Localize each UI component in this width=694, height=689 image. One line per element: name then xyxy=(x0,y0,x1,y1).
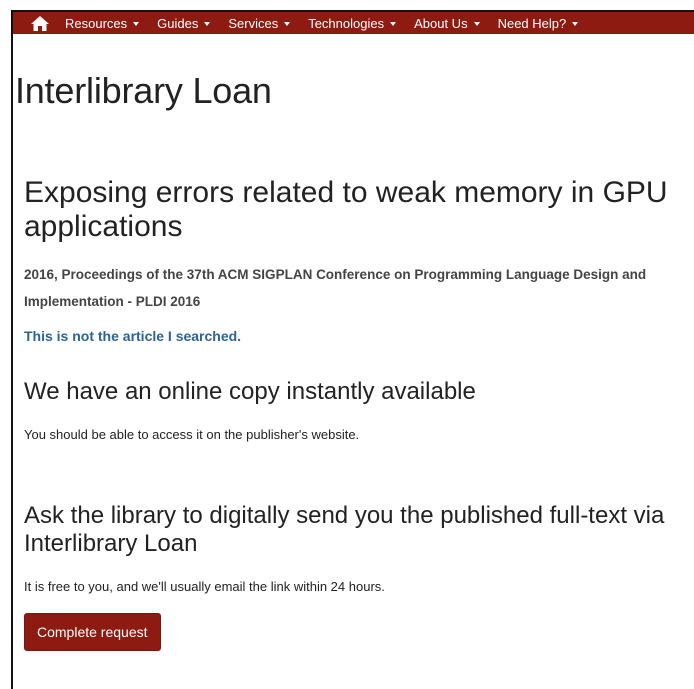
nav-item-about-us[interactable]: About Us xyxy=(414,15,480,31)
page-title: Interlibrary Loan xyxy=(15,70,272,111)
nav-label: Services xyxy=(228,15,279,31)
nav-item-resources[interactable]: Resources xyxy=(65,15,140,31)
nav-label: Technologies xyxy=(308,15,385,31)
caret-down-icon xyxy=(133,22,140,26)
complete-request-button[interactable]: Complete request xyxy=(24,613,161,651)
ill-heading: Ask the library to digitally send you th… xyxy=(24,502,665,557)
nav-item-need-help[interactable]: Need Help? xyxy=(498,16,579,31)
nav-item-guides[interactable]: Guides xyxy=(157,15,211,31)
caret-down-icon xyxy=(572,22,579,26)
caret-down-icon xyxy=(204,22,211,26)
nav-item-services[interactable]: Services xyxy=(228,15,291,31)
ill-text: It is free to you, and we'll usually ema… xyxy=(24,579,385,594)
article-citation: 2016, Proceedings of the 37th ACM SIGPLA… xyxy=(24,267,647,309)
caret-down-icon xyxy=(390,22,397,26)
home-icon[interactable] xyxy=(27,12,53,34)
online-copy-heading: We have an online copy instantly availab… xyxy=(24,378,476,405)
nav-item-technologies[interactable]: Technologies xyxy=(308,15,397,31)
browser-page: Resources Guides Services Technologies A… xyxy=(11,10,694,689)
nav-label: About Us xyxy=(414,15,468,31)
top-navbar: Resources Guides Services Technologies A… xyxy=(13,12,694,34)
article-title: Exposing errors related to weak memory i… xyxy=(24,176,668,243)
caret-down-icon xyxy=(473,22,480,26)
nav-label: Need Help? xyxy=(497,15,567,31)
nav-label: Resources xyxy=(65,15,128,31)
nav-label: Guides xyxy=(157,15,199,31)
online-copy-text: You should be able to access it on the p… xyxy=(24,427,360,442)
caret-down-icon xyxy=(284,22,291,26)
not-article-link[interactable]: This is not the article I searched. xyxy=(24,328,241,344)
